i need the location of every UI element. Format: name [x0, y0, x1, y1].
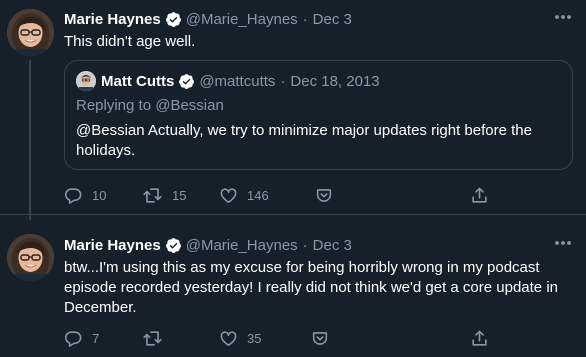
verified-badge-icon [178, 73, 195, 90]
separator: · [280, 72, 286, 90]
retweet-count: 15 [172, 187, 187, 203]
quoted-avatar[interactable] [76, 71, 96, 91]
share-button[interactable] [470, 327, 489, 349]
separator: · [302, 236, 308, 254]
avatar[interactable] [7, 234, 54, 281]
display-name[interactable]: Marie Haynes [64, 237, 161, 254]
tweet-header: Marie Haynes @Marie_Haynes · Dec 3 [64, 9, 352, 29]
tweet-text: This didn't age well. [64, 33, 196, 50]
quoted-header: Matt Cutts @mattcutts · Dec 18, 2013 [101, 71, 380, 91]
more-horizontal-icon[interactable] [554, 10, 572, 24]
more-horizontal-icon[interactable] [554, 236, 572, 250]
separator: · [302, 10, 308, 28]
heart-icon [219, 329, 238, 348]
like-button[interactable]: 146 [219, 184, 269, 206]
quoted-display-name[interactable]: Matt Cutts [101, 73, 174, 90]
tweet-header: Marie Haynes @Marie_Haynes · Dec 3 [64, 235, 352, 255]
bookmark-button[interactable] [314, 184, 334, 206]
bookmark-icon [310, 329, 330, 348]
avatar[interactable] [7, 9, 54, 56]
reply-button[interactable]: 10 [64, 184, 106, 206]
like-button[interactable]: 35 [219, 327, 261, 349]
timestamp[interactable]: Dec 3 [313, 237, 352, 254]
heart-icon [219, 186, 238, 205]
replying-to[interactable]: Replying to @Bessian [76, 97, 224, 114]
retweet-button[interactable] [142, 327, 163, 349]
verified-badge-icon [165, 11, 182, 28]
reply-icon [64, 329, 83, 348]
share-button[interactable] [470, 184, 489, 206]
reply-button[interactable]: 7 [64, 327, 99, 349]
handle[interactable]: @Marie_Haynes [186, 11, 298, 28]
timestamp[interactable]: Dec 3 [313, 11, 352, 28]
tweet-text: btw...I'm using this as my excuse for be… [64, 259, 558, 316]
share-icon [470, 329, 489, 348]
quoted-handle[interactable]: @mattcutts [199, 73, 275, 90]
reply-icon [64, 186, 83, 205]
retweet-button[interactable]: 15 [142, 184, 186, 206]
like-count: 35 [247, 330, 262, 346]
share-icon [470, 186, 489, 205]
verified-badge-icon [165, 237, 182, 254]
bookmark-icon [314, 186, 334, 205]
action-bar: 10 15 146 [0, 184, 586, 206]
handle[interactable]: @Marie_Haynes [186, 237, 298, 254]
tweet[interactable]: Marie Haynes @Marie_Haynes · Dec 3 btw..… [0, 226, 586, 357]
quoted-tweet[interactable]: Matt Cutts @mattcutts · Dec 18, 2013 Rep… [64, 60, 573, 170]
display-name[interactable]: Marie Haynes [64, 11, 161, 28]
reply-count: 7 [92, 330, 100, 346]
retweet-icon [142, 329, 163, 348]
divider [0, 214, 586, 215]
retweet-icon [142, 186, 163, 205]
quoted-text: @Bessian Actually, we try to minimize ma… [76, 122, 532, 159]
quoted-timestamp[interactable]: Dec 18, 2013 [290, 73, 379, 90]
action-bar: 7 35 [0, 327, 586, 349]
like-count: 146 [247, 187, 269, 203]
bookmark-button[interactable] [310, 327, 330, 349]
reply-count: 10 [92, 187, 107, 203]
tweet[interactable]: Marie Haynes @Marie_Haynes · Dec 3 This … [0, 0, 586, 220]
